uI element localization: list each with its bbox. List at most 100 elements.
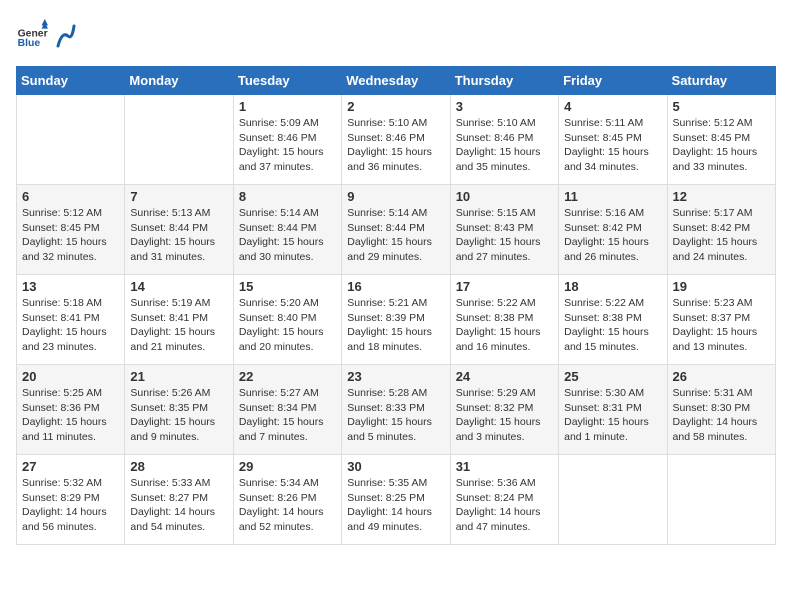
logo-icon: General Blue	[16, 19, 48, 51]
calendar-cell: 11Sunrise: 5:16 AMSunset: 8:42 PMDayligh…	[559, 185, 667, 275]
day-number: 13	[22, 279, 119, 294]
day-number: 23	[347, 369, 444, 384]
calendar-cell: 25 Sunrise: 5:30 AMSunset: 8:31 PMDayligh…	[559, 365, 667, 455]
calendar-cell: 8 Sunrise: 5:14 AMSunset: 8:44 PMDaylight…	[233, 185, 341, 275]
day-detail: Sunrise: 5:14 AMSunset: 8:44 PMDaylight:…	[239, 206, 336, 265]
day-detail: Sunrise: 5:30 AMSunset: 8:31 PMDaylight:…	[564, 386, 661, 445]
day-detail: Sunrise: 5:29 AMSunset: 8:32 PMDaylight:…	[456, 386, 553, 445]
svg-text:Blue: Blue	[18, 38, 41, 49]
calendar-cell: 30Sunrise: 5:35 AMSunset: 8:25 PMDayligh…	[342, 455, 450, 545]
day-detail: Sunrise: 5:14 AMSunset: 8:44 PMDaylight:…	[347, 206, 444, 265]
day-detail: Sunrise: 5:11 AMSunset: 8:45 PMDaylight:…	[564, 116, 661, 175]
day-number: 18	[564, 279, 661, 294]
calendar-cell: 9 Sunrise: 5:14 AMSunset: 8:44 PMDaylight…	[342, 185, 450, 275]
day-detail: Sunrise: 5:21 AMSunset: 8:39 PMDaylight:…	[347, 296, 444, 355]
calendar-cell: 29 Sunrise: 5:34 AMSunset: 8:26 PMDayligh…	[233, 455, 341, 545]
day-number: 16	[347, 279, 444, 294]
calendar-cell: 19 Sunrise: 5:23 AMSunset: 8:37 PMDayligh…	[667, 275, 775, 365]
calendar-cell: 12Sunrise: 5:17 AMSunset: 8:42 PMDayligh…	[667, 185, 775, 275]
calendar-cell: 7Sunrise: 5:13 AMSunset: 8:44 PMDaylight…	[125, 185, 233, 275]
calendar-cell: 18Sunrise: 5:22 AMSunset: 8:38 PMDayligh…	[559, 275, 667, 365]
day-number: 20	[22, 369, 119, 384]
calendar-cell: 23Sunrise: 5:28 AMSunset: 8:33 PMDayligh…	[342, 365, 450, 455]
calendar-cell: 17 Sunrise: 5:22 AMSunset: 8:38 PMDayligh…	[450, 275, 558, 365]
day-detail: Sunrise: 5:25 AMSunset: 8:36 PMDaylight:…	[22, 386, 119, 445]
day-number: 30	[347, 459, 444, 474]
day-detail: Sunrise: 5:15 AMSunset: 8:43 PMDaylight:…	[456, 206, 553, 265]
day-detail: Sunrise: 5:32 AMSunset: 8:29 PMDaylight:…	[22, 476, 119, 535]
calendar-cell: 16 Sunrise: 5:21 AMSunset: 8:39 PMDayligh…	[342, 275, 450, 365]
calendar-cell: 6 Sunrise: 5:12 AMSunset: 8:45 PMDaylight…	[17, 185, 125, 275]
calendar-cell	[125, 95, 233, 185]
day-number: 29	[239, 459, 336, 474]
calendar-table: SundayMondayTuesdayWednesdayThursdayFrid…	[16, 66, 776, 545]
day-detail: Sunrise: 5:36 AMSunset: 8:24 PMDaylight:…	[456, 476, 553, 535]
day-number: 9	[347, 189, 444, 204]
day-detail: Sunrise: 5:23 AMSunset: 8:37 PMDaylight:…	[673, 296, 770, 355]
day-number: 5	[673, 99, 770, 114]
weekday-header-saturday: Saturday	[667, 67, 775, 95]
calendar-cell	[17, 95, 125, 185]
day-number: 25	[564, 369, 661, 384]
logo-wave-icon	[54, 16, 76, 54]
day-detail: Sunrise: 5:12 AMSunset: 8:45 PMDaylight:…	[673, 116, 770, 175]
calendar-cell: 2Sunrise: 5:10 AMSunset: 8:46 PMDaylight…	[342, 95, 450, 185]
day-number: 15	[239, 279, 336, 294]
day-number: 4	[564, 99, 661, 114]
page-header: General Blue	[16, 16, 776, 54]
day-detail: Sunrise: 5:10 AMSunset: 8:46 PMDaylight:…	[347, 116, 444, 175]
day-number: 22	[239, 369, 336, 384]
calendar-cell: 26 Sunrise: 5:31 AMSunset: 8:30 PMDayligh…	[667, 365, 775, 455]
weekday-header-sunday: Sunday	[17, 67, 125, 95]
calendar-cell: 31 Sunrise: 5:36 AMSunset: 8:24 PMDayligh…	[450, 455, 558, 545]
day-number: 10	[456, 189, 553, 204]
day-detail: Sunrise: 5:18 AMSunset: 8:41 PMDaylight:…	[22, 296, 119, 355]
calendar-cell: 4 Sunrise: 5:11 AMSunset: 8:45 PMDaylight…	[559, 95, 667, 185]
calendar-week-row: 1 Sunrise: 5:09 AMSunset: 8:46 PMDaylight…	[17, 95, 776, 185]
day-detail: Sunrise: 5:12 AMSunset: 8:45 PMDaylight:…	[22, 206, 119, 265]
day-number: 6	[22, 189, 119, 204]
weekday-header-wednesday: Wednesday	[342, 67, 450, 95]
calendar-cell: 21Sunrise: 5:26 AMSunset: 8:35 PMDayligh…	[125, 365, 233, 455]
day-number: 17	[456, 279, 553, 294]
day-number: 19	[673, 279, 770, 294]
day-number: 14	[130, 279, 227, 294]
day-detail: Sunrise: 5:19 AMSunset: 8:41 PMDaylight:…	[130, 296, 227, 355]
day-number: 27	[22, 459, 119, 474]
day-detail: Sunrise: 5:33 AMSunset: 8:27 PMDaylight:…	[130, 476, 227, 535]
calendar-cell: 24 Sunrise: 5:29 AMSunset: 8:32 PMDayligh…	[450, 365, 558, 455]
calendar-cell: 5 Sunrise: 5:12 AMSunset: 8:45 PMDaylight…	[667, 95, 775, 185]
day-number: 11	[564, 189, 661, 204]
day-number: 28	[130, 459, 227, 474]
day-detail: Sunrise: 5:22 AMSunset: 8:38 PMDaylight:…	[456, 296, 553, 355]
calendar-cell: 14 Sunrise: 5:19 AMSunset: 8:41 PMDayligh…	[125, 275, 233, 365]
day-number: 24	[456, 369, 553, 384]
calendar-header-row: SundayMondayTuesdayWednesdayThursdayFrid…	[17, 67, 776, 95]
calendar-cell: 28 Sunrise: 5:33 AMSunset: 8:27 PMDayligh…	[125, 455, 233, 545]
day-detail: Sunrise: 5:09 AMSunset: 8:46 PMDaylight:…	[239, 116, 336, 175]
logo: General Blue	[16, 16, 76, 54]
calendar-cell: 10 Sunrise: 5:15 AMSunset: 8:43 PMDayligh…	[450, 185, 558, 275]
day-detail: Sunrise: 5:20 AMSunset: 8:40 PMDaylight:…	[239, 296, 336, 355]
day-number: 26	[673, 369, 770, 384]
calendar-cell	[559, 455, 667, 545]
calendar-week-row: 6 Sunrise: 5:12 AMSunset: 8:45 PMDaylight…	[17, 185, 776, 275]
day-number: 3	[456, 99, 553, 114]
calendar-week-row: 13 Sunrise: 5:18 AMSunset: 8:41 PMDayligh…	[17, 275, 776, 365]
day-detail: Sunrise: 5:31 AMSunset: 8:30 PMDaylight:…	[673, 386, 770, 445]
day-number: 8	[239, 189, 336, 204]
calendar-cell: 1 Sunrise: 5:09 AMSunset: 8:46 PMDaylight…	[233, 95, 341, 185]
calendar-week-row: 27 Sunrise: 5:32 AMSunset: 8:29 PMDayligh…	[17, 455, 776, 545]
day-detail: Sunrise: 5:26 AMSunset: 8:35 PMDaylight:…	[130, 386, 227, 445]
day-number: 12	[673, 189, 770, 204]
weekday-header-monday: Monday	[125, 67, 233, 95]
day-number: 1	[239, 99, 336, 114]
day-detail: Sunrise: 5:13 AMSunset: 8:44 PMDaylight:…	[130, 206, 227, 265]
day-detail: Sunrise: 5:27 AMSunset: 8:34 PMDaylight:…	[239, 386, 336, 445]
calendar-cell	[667, 455, 775, 545]
weekday-header-thursday: Thursday	[450, 67, 558, 95]
day-number: 31	[456, 459, 553, 474]
calendar-cell: 20 Sunrise: 5:25 AMSunset: 8:36 PMDayligh…	[17, 365, 125, 455]
calendar-cell: 15 Sunrise: 5:20 AMSunset: 8:40 PMDayligh…	[233, 275, 341, 365]
day-detail: Sunrise: 5:34 AMSunset: 8:26 PMDaylight:…	[239, 476, 336, 535]
